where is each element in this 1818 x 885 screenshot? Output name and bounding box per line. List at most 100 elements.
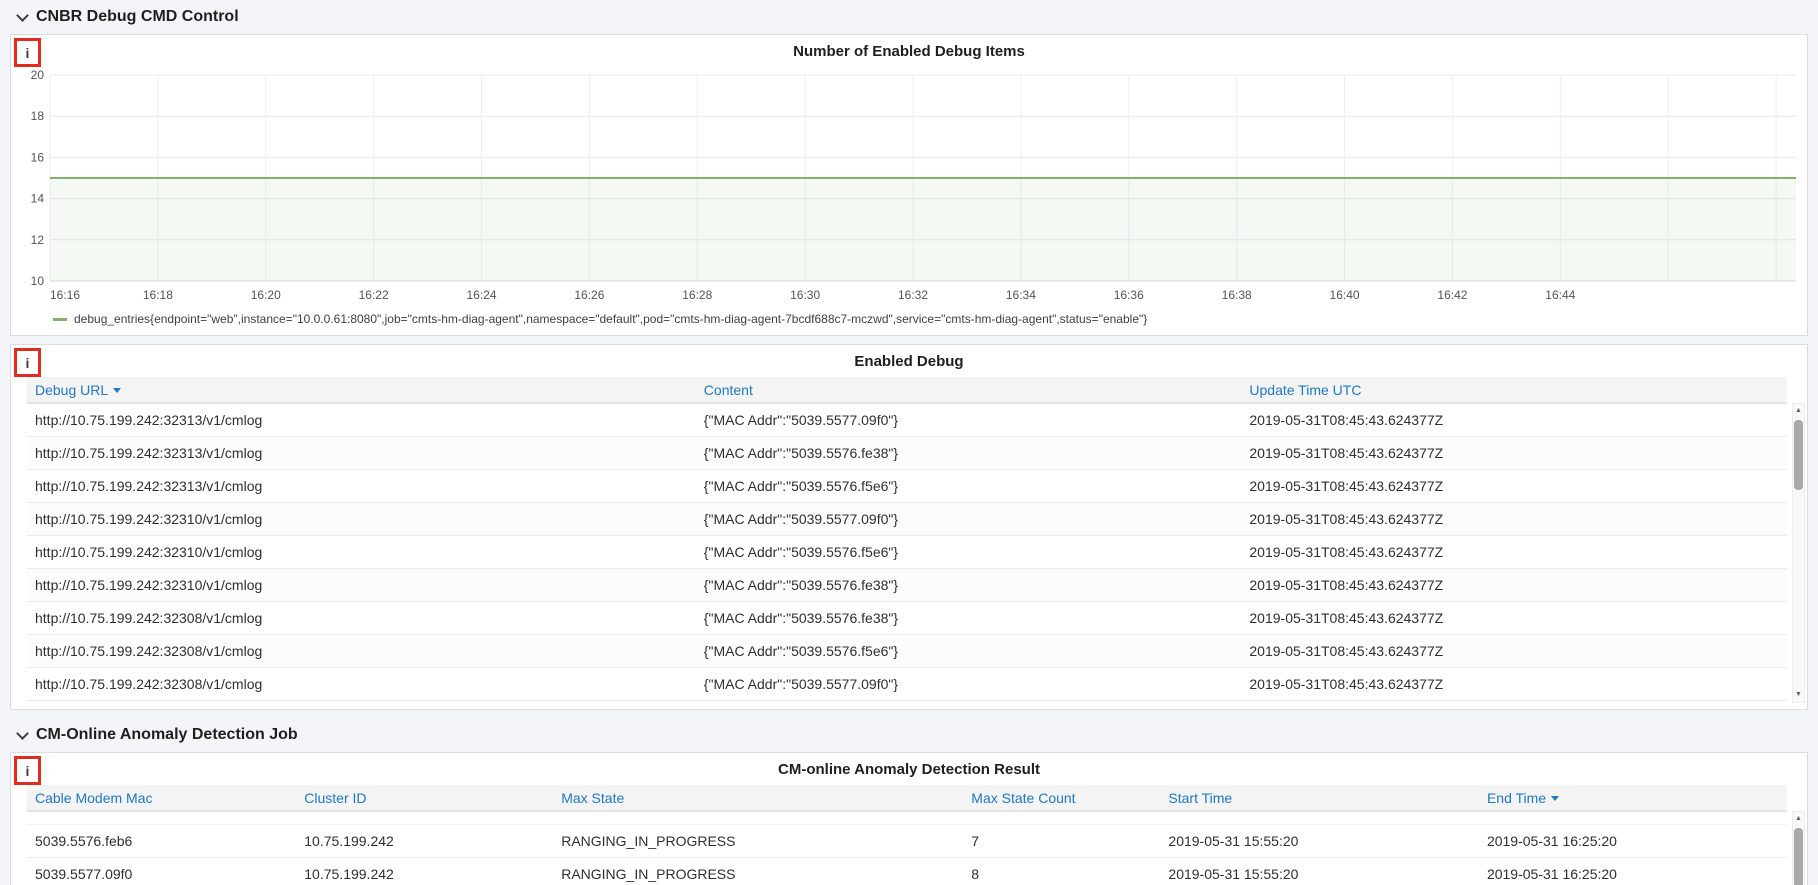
anomaly-detection-panel: i CM-online Anomaly Detection Result Cab…: [10, 752, 1808, 885]
debug-url-cell: http://10.75.199.242:32310/v1/cmlog: [27, 502, 696, 536]
column-header-cluster-id[interactable]: Cluster ID: [296, 785, 554, 812]
end-time-cell: 2019-05-31 16:25:20: [1478, 857, 1787, 885]
enabled-debug-panel-title[interactable]: Enabled Debug: [11, 345, 1807, 375]
svg-text:16:20: 16:20: [251, 288, 281, 302]
content-cell: {"MAC Addr":"5039.5577.09f0"}: [695, 403, 1242, 437]
update-time-cell: 2019-05-31T08:45:43.624377Z: [1241, 403, 1787, 437]
content-cell: {"MAC Addr":"5039.5576.f5e6"}: [695, 634, 1242, 668]
svg-text:16:42: 16:42: [1437, 288, 1467, 302]
svg-text:16:16: 16:16: [50, 288, 80, 302]
svg-text:16:38: 16:38: [1222, 288, 1252, 302]
max-state-cell: RANGING_IN_PROGRESS: [553, 824, 964, 858]
section-title: CM-Online Anomaly Detection Job: [36, 726, 298, 743]
scrollbar-thumb[interactable]: [1794, 420, 1803, 490]
svg-text:10: 10: [31, 274, 45, 288]
content-cell: {"MAC Addr":"5039.5576.f5e6"}: [695, 535, 1242, 569]
svg-text:16:44: 16:44: [1545, 288, 1575, 302]
scrollbar-thumb[interactable]: [1794, 828, 1803, 885]
table-row: 5039.5577.09f0 10.75.199.242 RANGING_IN_…: [27, 857, 1787, 885]
table-row: http://10.75.199.242:32310/v1/cmlog {"MA…: [27, 535, 1787, 569]
svg-text:18: 18: [31, 109, 45, 123]
section-header-cm-online-anomaly-detection-job[interactable]: CM-Online Anomaly Detection Job: [0, 718, 1818, 752]
cable-modem-mac-cell: 5039.5576.feb6: [27, 824, 297, 858]
chart-legend[interactable]: debug_entries{endpoint="web",instance="1…: [11, 309, 1807, 326]
max-state-count-cell: 7: [963, 824, 1161, 858]
section-title: CNBR Debug CMD Control: [36, 8, 239, 25]
anomaly-detection-table: Cable Modem Mac Cluster ID Max State Max…: [27, 785, 1787, 885]
svg-text:16:24: 16:24: [466, 288, 496, 302]
debug-url-cell: http://10.75.199.242:32308/v1/cmlog: [27, 634, 696, 668]
debug-url-cell: http://10.75.199.242:32313/v1/cmlog: [27, 436, 696, 470]
column-header-start-time[interactable]: Start Time: [1160, 785, 1479, 812]
table-row: http://10.75.199.242:32308/v1/cmlog {"MA…: [27, 667, 1787, 701]
sort-caret-down-icon: [1551, 796, 1560, 802]
column-header-end-time[interactable]: End Time: [1478, 785, 1787, 812]
table-row: http://10.75.199.242:32313/v1/cmlog {"MA…: [27, 403, 1787, 437]
content-cell: {"MAC Addr":"5039.5576.fe38"}: [695, 436, 1242, 470]
svg-text:20: 20: [31, 68, 45, 82]
max-state-cell: RANGING_IN_PROGRESS: [553, 857, 964, 885]
panel-info-icon[interactable]: i: [14, 348, 41, 377]
info-icon: i: [25, 762, 30, 779]
anomaly-panel-title[interactable]: CM-online Anomaly Detection Result: [11, 753, 1807, 783]
legend-series-label: debug_entries{endpoint="web",instance="1…: [74, 312, 1148, 326]
table-scrollbar[interactable]: ▲ ▼: [1792, 811, 1805, 885]
column-header-max-state[interactable]: Max State: [553, 785, 964, 812]
table-header-row: Cable Modem Mac Cluster ID Max State Max…: [27, 785, 1787, 812]
svg-text:16:40: 16:40: [1330, 288, 1360, 302]
svg-text:16:18: 16:18: [143, 288, 173, 302]
content-cell: {"MAC Addr":"5039.5576.fe38"}: [695, 601, 1242, 635]
table-row: http://10.75.199.242:32313/v1/cmlog {"MA…: [27, 436, 1787, 470]
chart-panel-title[interactable]: Number of Enabled Debug Items: [11, 35, 1807, 65]
table-header-row: Debug URL Content Update Time UTC: [27, 377, 1787, 404]
content-cell: {"MAC Addr":"5039.5576.fe38"}: [695, 568, 1242, 602]
svg-text:16:34: 16:34: [1006, 288, 1036, 302]
enabled-debug-panel: i Enabled Debug Debug URL Content Update…: [10, 344, 1808, 710]
column-header-content[interactable]: Content: [695, 377, 1242, 404]
update-time-cell: 2019-05-31T08:45:43.624377Z: [1241, 502, 1787, 536]
debug-url-cell: http://10.75.199.242:32308/v1/cmlog: [27, 667, 696, 701]
scroll-up-icon[interactable]: ▲: [1793, 404, 1804, 418]
svg-text:16:36: 16:36: [1114, 288, 1144, 302]
max-state-count-cell: 8: [963, 857, 1161, 885]
table-row: http://10.75.199.242:32308/v1/cmlog {"MA…: [27, 634, 1787, 668]
svg-text:16: 16: [31, 150, 45, 164]
svg-text:16:30: 16:30: [790, 288, 820, 302]
end-time-cell: 2019-05-31 16:25:20: [1478, 824, 1787, 858]
column-header-debug-url[interactable]: Debug URL: [27, 377, 696, 404]
dashboard: CNBR Debug CMD Control i Number of Enabl…: [0, 0, 1818, 885]
update-time-cell: 2019-05-31T08:45:43.624377Z: [1241, 601, 1787, 635]
scroll-up-icon[interactable]: ▲: [1793, 812, 1804, 826]
column-header-update-time-utc[interactable]: Update Time UTC: [1241, 377, 1787, 404]
table-row: http://10.75.199.242:32308/v1/cmlog {"MA…: [27, 601, 1787, 635]
cluster-id-cell: 10.75.199.242: [296, 824, 554, 858]
update-time-cell: 2019-05-31T08:45:43.624377Z: [1241, 634, 1787, 668]
scroll-down-icon[interactable]: ▼: [1793, 688, 1804, 702]
chevron-down-icon: [16, 8, 29, 22]
debug-items-line-chart[interactable]: 10 12 14 16 18 20 16:16 16:18 16:20 16:22 16:24 16:…: [14, 65, 1804, 309]
empty-row: [27, 811, 1787, 825]
svg-text:16:22: 16:22: [359, 288, 389, 302]
start-time-cell: 2019-05-31 15:55:20: [1160, 857, 1479, 885]
update-time-cell: 2019-05-31T08:45:43.624377Z: [1241, 568, 1787, 602]
cluster-id-cell: 10.75.199.242: [296, 857, 554, 885]
legend-series-swatch-icon: [53, 317, 67, 321]
cable-modem-mac-cell: 5039.5577.09f0: [27, 857, 297, 885]
info-icon: i: [25, 44, 30, 61]
svg-text:16:32: 16:32: [898, 288, 928, 302]
column-header-cable-modem-mac[interactable]: Cable Modem Mac: [27, 785, 297, 812]
panel-info-icon[interactable]: i: [14, 756, 41, 785]
chevron-down-icon: [16, 726, 29, 740]
panel-info-icon[interactable]: i: [14, 38, 41, 67]
content-cell: {"MAC Addr":"5039.5577.09f0"}: [695, 502, 1242, 536]
table-scrollbar[interactable]: ▲ ▼: [1792, 403, 1805, 703]
update-time-cell: 2019-05-31T08:45:43.624377Z: [1241, 535, 1787, 569]
start-time-cell: 2019-05-31 15:55:20: [1160, 824, 1479, 858]
debug-url-cell: http://10.75.199.242:32310/v1/cmlog: [27, 568, 696, 602]
column-header-max-state-count[interactable]: Max State Count: [963, 785, 1161, 812]
debug-url-cell: http://10.75.199.242:32313/v1/cmlog: [27, 403, 696, 437]
debug-url-cell: http://10.75.199.242:32313/v1/cmlog: [27, 469, 696, 503]
section-header-cnbr-debug-cmd-control[interactable]: CNBR Debug CMD Control: [0, 0, 1818, 34]
debug-url-cell: http://10.75.199.242:32308/v1/cmlog: [27, 601, 696, 635]
table-row: 5039.5576.feb6 10.75.199.242 RANGING_IN_…: [27, 824, 1787, 858]
